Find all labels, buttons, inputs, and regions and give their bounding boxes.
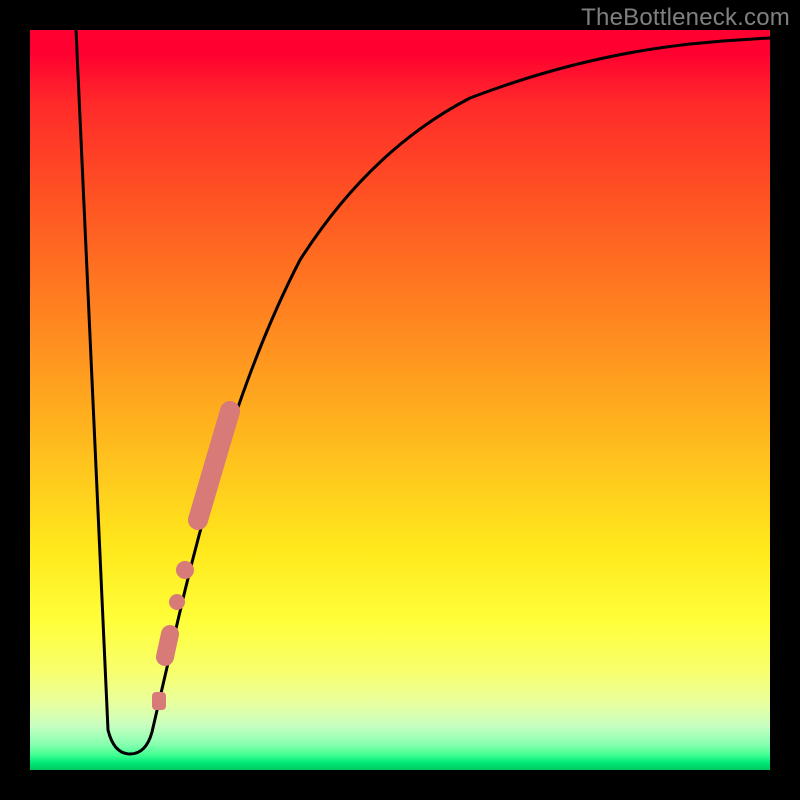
watermark-text: TheBottleneck.com bbox=[581, 4, 790, 32]
chart-svg bbox=[30, 30, 770, 770]
chart-container: TheBottleneck.com bbox=[0, 0, 800, 800]
marker-rect-bottom bbox=[152, 692, 166, 710]
marker-capsule-small bbox=[165, 634, 170, 657]
plot-area bbox=[30, 30, 770, 770]
marker-capsule-large bbox=[198, 411, 230, 520]
marker-dot-2 bbox=[169, 594, 185, 610]
bottleneck-curve bbox=[76, 30, 770, 754]
marker-dot-1 bbox=[176, 561, 194, 579]
